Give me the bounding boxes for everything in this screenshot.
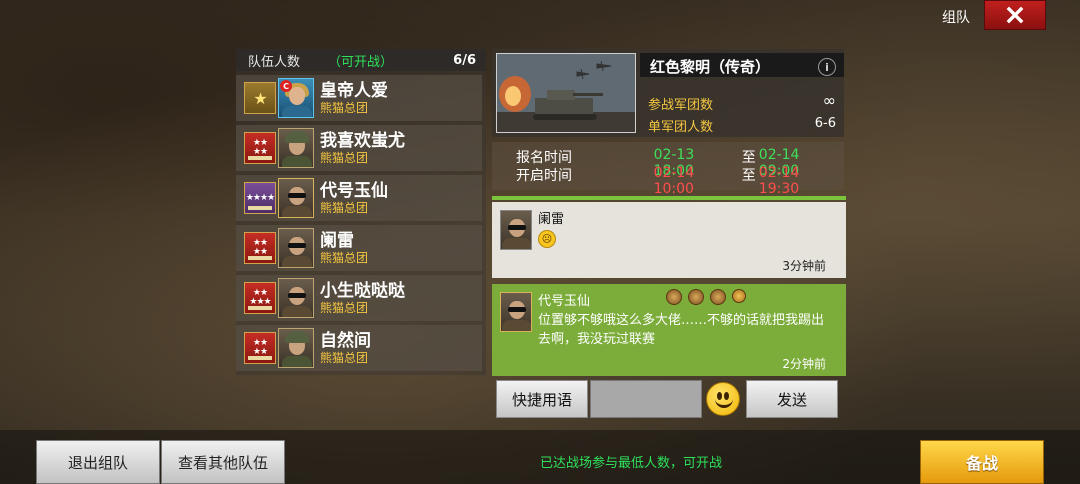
- member-row[interactable]: ★★ ★★ 我喜欢蚩尤 熊猫总团: [236, 125, 482, 171]
- member-row[interactable]: ★★ ★★★ 小生哒哒哒 熊猫总团: [236, 275, 482, 321]
- avatar: [278, 328, 314, 368]
- leave-team-button[interactable]: 退出组队: [36, 440, 160, 484]
- avatar: [278, 228, 314, 268]
- chat-sender: 阑雷: [538, 212, 565, 227]
- open-end: 02-14 19:30: [758, 165, 800, 197]
- member-name: 阑雷: [320, 231, 354, 251]
- member-row[interactable]: ★★★★ 代号玉仙 熊猫总团: [236, 175, 482, 221]
- team-panel: 队伍人数 （可开战） 6/6 ★ C 皇帝人爱 熊猫总团 ★★ ★★ 我喜欢蚩尤 …: [236, 49, 486, 375]
- chat-input[interactable]: [590, 380, 702, 418]
- sad-emoji-icon: ☹: [538, 230, 556, 248]
- battle-card: 红色黎明（传奇） i 参战军团数 ∞ 单军团人数 6-6: [492, 49, 844, 137]
- chat-time: 2分钟前: [782, 357, 826, 371]
- commander-badge-icon: C: [280, 80, 292, 92]
- chat-time: 3分钟前: [782, 259, 826, 273]
- chat-input-bar: 快捷用语 发送: [492, 378, 844, 422]
- team-status: （可开战）: [328, 54, 394, 70]
- battle-image: [496, 53, 636, 133]
- medal-icon: [732, 289, 746, 303]
- open-label: 开启时间: [516, 168, 572, 184]
- view-other-teams-button[interactable]: 查看其他队伍: [161, 440, 285, 484]
- rank-badge-icon: ★★★★: [244, 182, 276, 214]
- member-name: 皇帝人爱: [320, 81, 388, 101]
- member-guild: 熊猫总团: [320, 351, 369, 365]
- close-icon: [1006, 6, 1024, 24]
- chat-text: 位置够不够哦这么多大佬……不够的话就把我踢出去啊，我没玩过联赛: [538, 313, 825, 347]
- open-time-row: 开启时间 02-14 10:00 至 02-14 19:30: [516, 165, 844, 197]
- divider: [492, 196, 846, 200]
- legions-label: 参战军团数: [648, 98, 714, 113]
- medal-icon: [666, 289, 682, 305]
- member-name: 小生哒哒哒: [320, 281, 405, 301]
- avatar: [278, 178, 314, 218]
- avatar: [278, 128, 314, 168]
- battle-name: 红色黎明（传奇） i: [640, 53, 844, 77]
- avatar: [500, 292, 532, 332]
- member-row[interactable]: ★★ ★★ 阑雷 熊猫总团: [236, 225, 482, 271]
- team-count-label: 队伍人数: [248, 54, 301, 70]
- page-title: 组队: [942, 10, 970, 26]
- chat-message: 阑雷 ☹ 3分钟前: [492, 202, 846, 278]
- per-legion-row: 单军团人数 6-6: [648, 116, 836, 135]
- member-name: 自然间: [320, 331, 371, 351]
- rank-badge-icon: ★★★★: [244, 332, 276, 364]
- send-button[interactable]: 发送: [746, 380, 838, 418]
- status-text: 已达战场参与最低人数，可开战: [540, 456, 723, 471]
- close-button[interactable]: [984, 0, 1046, 30]
- member-guild: 熊猫总团: [320, 251, 369, 265]
- per-legion-value: 6-6: [814, 116, 836, 131]
- medal-icon: [688, 289, 704, 305]
- open-start: 02-14 10:00: [653, 165, 695, 197]
- avatar: [500, 210, 532, 250]
- team-header: 队伍人数 （可开战） 6/6: [236, 49, 486, 71]
- info-icon[interactable]: i: [818, 58, 836, 76]
- chat-sender: 代号玉仙: [538, 294, 591, 309]
- medal-icon: [710, 289, 726, 305]
- chat-message: 代号玉仙 位置够不够哦这么多大佬……不够的话就把我踢出去啊，我没玩过联赛 2分钟…: [492, 284, 846, 376]
- member-row[interactable]: ★ C 皇帝人爱 熊猫总团: [236, 75, 482, 121]
- legions-value: ∞: [822, 91, 836, 110]
- legions-row: 参战军团数 ∞: [648, 91, 836, 114]
- emoji-picker-icon[interactable]: [706, 382, 740, 416]
- quick-phrase-button[interactable]: 快捷用语: [496, 380, 588, 418]
- rank-badge-icon: ★★★★: [244, 132, 276, 164]
- member-guild: 熊猫总团: [320, 101, 369, 115]
- avatar: C: [278, 78, 314, 118]
- open-to: 至: [741, 168, 756, 184]
- team-count: 6/6: [453, 52, 476, 68]
- prepare-button[interactable]: 备战: [920, 440, 1044, 484]
- avatar: [278, 278, 314, 318]
- member-guild: 熊猫总团: [320, 201, 369, 215]
- member-guild: 熊猫总团: [320, 301, 369, 315]
- member-name: 代号玉仙: [320, 181, 388, 201]
- medals: [666, 289, 746, 305]
- rank-badge-icon: ★★★★: [244, 232, 276, 264]
- rank-badge-icon: ★★ ★★★: [244, 282, 276, 314]
- rank-badge-icon: ★: [244, 82, 276, 114]
- member-guild: 熊猫总团: [320, 151, 369, 165]
- schedule-panel: 报名时间 02-13 18:00 至 02-14 09:00 开启时间 02-1…: [492, 142, 844, 197]
- per-legion-label: 单军团人数: [648, 120, 714, 135]
- member-name: 我喜欢蚩尤: [320, 131, 405, 151]
- member-row[interactable]: ★★ ★★ 自然间 熊猫总团: [236, 325, 482, 371]
